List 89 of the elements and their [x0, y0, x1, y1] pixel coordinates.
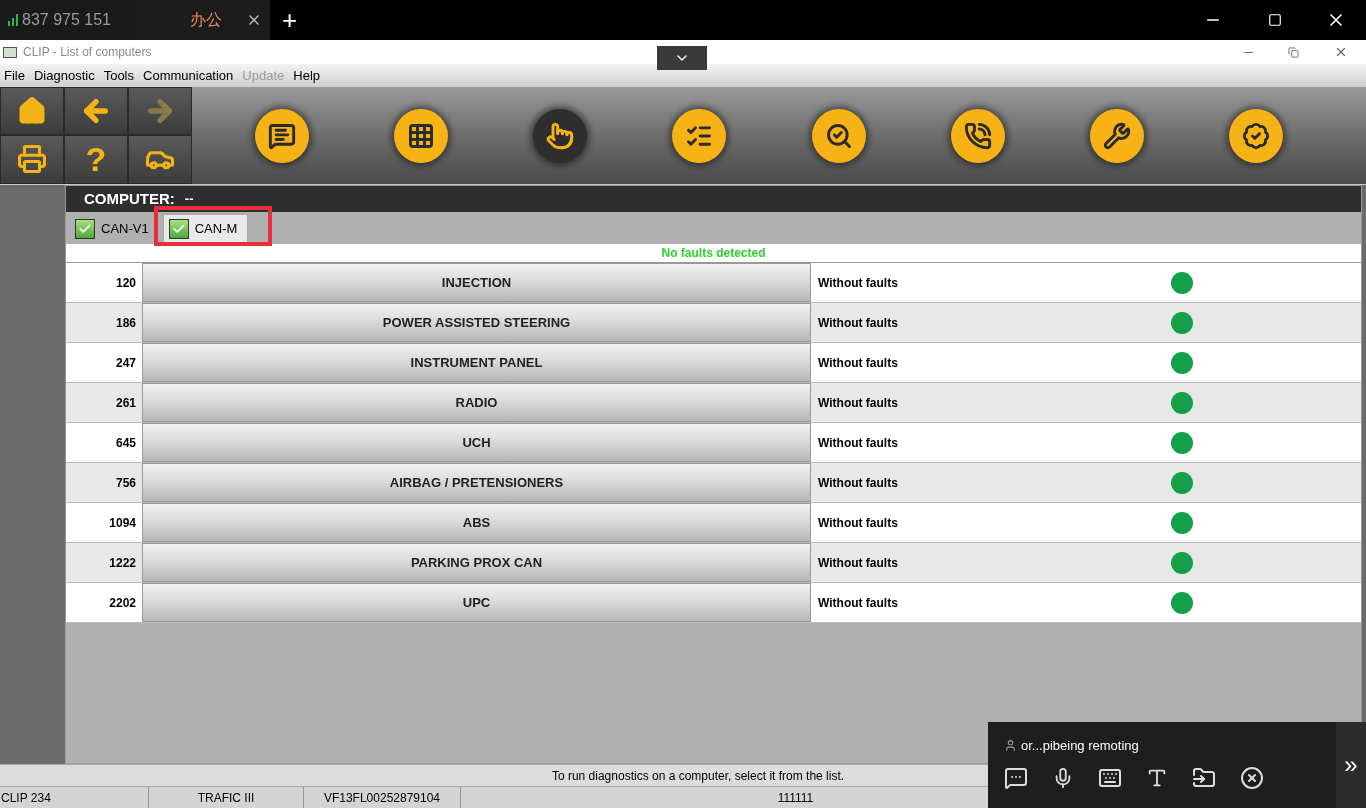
close-session-icon[interactable]	[1240, 765, 1264, 790]
computer-name-button[interactable]: ABS	[142, 503, 811, 542]
nav-button[interactable]	[128, 87, 192, 135]
nav-button[interactable]: ?	[64, 134, 128, 184]
status-bar-cell: TRAFIC III	[149, 787, 304, 808]
fault-status: Without faults	[817, 434, 899, 452]
nav-button[interactable]	[0, 87, 64, 135]
menu-item[interactable]: Tools	[103, 65, 134, 86]
computer-name-button[interactable]: PARKING PROX CAN	[142, 543, 811, 582]
computer-name-button[interactable]: INSTRUMENT PANEL	[142, 343, 811, 382]
computer-row[interactable]: 2202 UPC Without faults	[66, 583, 1361, 623]
computer-row[interactable]: 186 POWER ASSISTED STEERING Without faults	[66, 303, 1361, 343]
round-tool-button[interactable]	[254, 108, 309, 163]
menu-item[interactable]: Diagnostic	[33, 65, 95, 86]
computer-name-button[interactable]: RADIO	[142, 383, 811, 422]
checkbox[interactable]	[168, 218, 189, 239]
round-tool-button[interactable]	[950, 108, 1005, 163]
fault-status: Without faults	[817, 554, 899, 572]
computer-code: 2202	[108, 594, 137, 612]
message-icon	[267, 121, 296, 150]
dropdown-button[interactable]	[657, 46, 707, 70]
fault-status: Without faults	[817, 274, 899, 292]
fault-status: Without faults	[817, 394, 899, 412]
grid-icon	[406, 121, 435, 150]
restore-icon[interactable]	[1288, 46, 1299, 58]
round-tool-button[interactable]	[811, 108, 866, 163]
computer-code: 186	[114, 314, 137, 332]
panel-value: --	[184, 190, 194, 209]
computer-row[interactable]: 645 UCH Without faults	[66, 423, 1361, 463]
computer-code: 261	[114, 394, 137, 412]
checkbox[interactable]	[75, 218, 95, 239]
status-bar-cell: VF13FL00252879104	[304, 787, 461, 808]
computer-row[interactable]: 1094 ABS Without faults	[66, 503, 1361, 543]
menu-item[interactable]: Communication	[143, 65, 234, 86]
browser-tab[interactable]: 办公	[135, 0, 270, 40]
round-tool-button[interactable]	[1229, 108, 1284, 163]
round-tool-button[interactable]	[672, 108, 727, 163]
fault-status: Without faults	[817, 514, 899, 532]
computer-row[interactable]: 120 INJECTION Without faults	[66, 263, 1361, 303]
computer-name-button[interactable]: UPC	[142, 583, 811, 622]
nav-button[interactable]	[128, 134, 192, 184]
computer-name-button[interactable]: UCH	[142, 423, 811, 462]
nav-button[interactable]	[64, 87, 128, 135]
pointer-hand-icon	[546, 121, 575, 150]
computer-row[interactable]: 247 INSTRUMENT PANEL Without faults	[66, 343, 1361, 383]
computer-code: 1094	[108, 514, 137, 532]
maximize-icon[interactable]	[1268, 13, 1282, 27]
signal-icon	[8, 14, 18, 26]
status-bar-cell: CLIP 234	[0, 787, 149, 808]
user-icon	[1004, 739, 1017, 753]
new-tab-button[interactable]: +	[282, 0, 298, 40]
expand-button[interactable]: »	[1336, 722, 1366, 808]
round-tool-button[interactable]	[533, 108, 588, 163]
computer-row[interactable]: 261 RADIO Without faults	[66, 383, 1361, 423]
computer-name-button[interactable]: POWER ASSISTED STEERING	[142, 303, 811, 342]
computer-name-button[interactable]: INJECTION	[142, 263, 811, 302]
panel-label: COMPUTER:	[84, 188, 175, 209]
hint-message: To run diagnostics on a computer, select it from the list.	[551, 767, 845, 785]
computer-code: 120	[114, 274, 137, 292]
computer-code: 247	[114, 354, 137, 372]
nav-button[interactable]	[0, 134, 64, 184]
search-icon	[824, 121, 853, 150]
fault-status: Without faults	[817, 314, 899, 332]
network-tab[interactable]: CAN-M	[162, 214, 249, 243]
wrench-icon	[1103, 121, 1132, 150]
no-faults-message: No faults detected	[661, 245, 766, 262]
question-mark: ?	[85, 142, 107, 177]
window-title: CLIP - List of computers	[23, 44, 152, 61]
computer-name-button[interactable]: AIRBAG / PRETENSIONERS	[142, 463, 811, 502]
chat-icon[interactable]	[1004, 765, 1028, 790]
menu-item[interactable]: File	[4, 65, 25, 86]
app-icon	[3, 46, 17, 58]
folder-icon[interactable]	[1192, 765, 1216, 790]
fault-status: Without faults	[817, 354, 899, 372]
round-tool-button[interactable]	[393, 108, 448, 163]
computer-code: 645	[114, 434, 137, 452]
browser-tab[interactable]: 837 975 151	[0, 0, 135, 40]
round-tool-button[interactable]	[1090, 108, 1145, 163]
network-tab[interactable]: CAN-V1	[70, 214, 159, 243]
fault-status: Without faults	[817, 474, 899, 492]
computer-code: 756	[114, 474, 137, 492]
check-badge-icon	[1242, 121, 1271, 150]
computer-row[interactable]: 756 AIRBAG / PRETENSIONERS Without faults	[66, 463, 1361, 503]
phone-icon	[963, 121, 992, 150]
fault-status: Without faults	[817, 594, 899, 612]
computer-code: 1222	[108, 554, 137, 572]
remote-user-label: or...pibeing remoting	[1021, 737, 1139, 755]
computer-row[interactable]: 1222 PARKING PROX CAN Without faults	[66, 543, 1361, 583]
menu-item[interactable]: Help	[293, 65, 320, 86]
